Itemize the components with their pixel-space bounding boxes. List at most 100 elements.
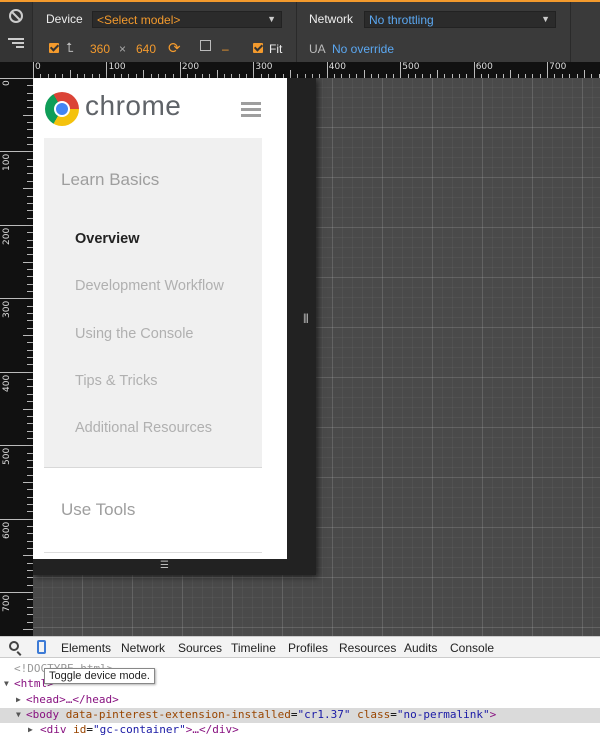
collapse-triangle-icon[interactable]: ▶	[28, 725, 33, 734]
ruler-left-label: 500	[2, 448, 12, 466]
inspect-search-icon[interactable]	[9, 641, 19, 651]
nav-item-development-workflow[interactable]: Development Workflow	[75, 278, 224, 294]
ruler-tick	[290, 70, 292, 78]
dom-node[interactable]: ▶ <head>…</head>	[0, 693, 600, 708]
fit-checkbox[interactable]	[253, 43, 263, 53]
chrome-logo-icon	[45, 92, 79, 126]
ruler-tick	[547, 62, 549, 78]
tools-heading[interactable]: Use Tools	[61, 500, 135, 520]
rotate-icon[interactable]: ⟳	[168, 39, 181, 57]
ruler-tick	[363, 70, 365, 78]
resize-grip-icon[interactable]: ☰	[160, 560, 169, 571]
nav-heading[interactable]: Learn Basics	[61, 170, 159, 190]
dom-node[interactable]: ▶ <div id="gc-container">…</div>	[0, 723, 600, 738]
divider	[44, 552, 262, 553]
ruler-tick	[0, 224, 33, 226]
tab-network[interactable]: Network	[121, 641, 165, 655]
block-icon[interactable]	[9, 9, 23, 23]
ruler-tick	[0, 445, 33, 447]
collapse-triangle-icon[interactable]: ▶	[16, 695, 21, 704]
network-label: Network	[309, 12, 354, 26]
ruler-tick	[0, 592, 33, 594]
ruler-left-label: 0	[2, 80, 12, 86]
device-scale-icon	[200, 40, 211, 51]
times-sign: ×	[119, 42, 127, 56]
resize-grip-icon[interactable]: |||	[303, 313, 309, 324]
chevron-down-icon: ▼	[541, 14, 550, 24]
ruler-top-label: 700	[549, 62, 567, 72]
device-model-select[interactable]: <Select model> ▼	[92, 11, 282, 28]
div-node-text: <div id="gc-container">…</div>	[40, 723, 239, 736]
height-input[interactable]: 640	[136, 42, 156, 56]
tab-profiles[interactable]: Profiles	[288, 641, 328, 655]
nav-item-using-the-console[interactable]: Using the Console	[75, 326, 194, 342]
ruler-tick	[23, 261, 33, 263]
ruler-tick	[0, 78, 33, 79]
width-input[interactable]: 360	[90, 42, 110, 56]
page-content: chrome Learn Basics Overview Development…	[33, 78, 287, 559]
network-value: No throttling	[369, 13, 434, 27]
dom-node-selected[interactable]: ▼ <body data-pinterest-extension-install…	[0, 708, 600, 723]
ruler-left-label: 700	[2, 594, 12, 613]
ruler-left: 0 100 200 300 400 500 600 700	[0, 62, 33, 636]
toolbar-left-strip	[0, 2, 33, 62]
resolution-checkbox[interactable]	[49, 43, 59, 53]
tab-console[interactable]: Console	[450, 641, 494, 655]
ua-label: UA	[309, 42, 326, 56]
ruler-tick	[473, 62, 475, 78]
ruler-tick	[179, 62, 181, 78]
scale-value[interactable]: –	[222, 42, 229, 56]
tab-sources[interactable]: Sources	[178, 641, 222, 655]
ruler-tick	[326, 62, 328, 78]
hamburger-menu-icon[interactable]	[241, 102, 261, 118]
expand-triangle-icon[interactable]: ▼	[4, 679, 9, 688]
ruler-tick	[69, 70, 71, 78]
nav-panel: Learn Basics Overview Development Workfl…	[44, 138, 262, 468]
ua-value[interactable]: No override	[332, 42, 394, 56]
ruler-tick	[0, 371, 33, 373]
ruler-tick	[23, 188, 33, 190]
device-label: Device	[46, 12, 83, 26]
ruler-tick	[23, 408, 33, 410]
ruler-tick	[436, 70, 438, 78]
nav-item-overview[interactable]: Overview	[75, 231, 140, 247]
ruler-tick	[216, 70, 218, 78]
ruler-tick	[143, 70, 145, 78]
tab-audits[interactable]: Audits	[404, 641, 437, 655]
devtools-tabbar: Elements Network Sources Timeline Profil…	[0, 636, 600, 658]
ruler-tick	[510, 70, 512, 78]
resize-handle-right[interactable]	[287, 78, 316, 559]
ruler-tick	[23, 335, 33, 337]
ruler-top-label: 600	[475, 62, 493, 72]
ruler-tick	[23, 555, 33, 557]
ruler-tick	[253, 62, 255, 78]
device-model-value: <Select model>	[97, 13, 181, 27]
ruler-tick	[0, 151, 33, 153]
expand-triangle-icon[interactable]: ▼	[16, 710, 21, 719]
nav-item-additional-resources[interactable]: Additional Resources	[75, 420, 212, 436]
tab-timeline[interactable]: Timeline	[231, 641, 276, 655]
ruler-tick	[23, 628, 33, 630]
resize-handle-bottom[interactable]	[33, 559, 316, 575]
tab-resources[interactable]: Resources	[339, 641, 396, 655]
toolbar-divider	[296, 2, 297, 62]
media-queries-icon[interactable]	[8, 38, 24, 48]
chevron-down-icon: ▼	[267, 14, 276, 24]
ruler-top-label: 500	[402, 62, 420, 72]
brand-title[interactable]: chrome	[85, 90, 181, 122]
ruler-tick	[33, 62, 34, 78]
swap-dimensions-icon[interactable]: ⮤	[66, 40, 74, 56]
device-viewport: chrome Learn Basics Overview Development…	[33, 78, 316, 575]
ruler-tick	[0, 518, 33, 520]
fit-label: Fit	[269, 42, 283, 56]
toolbar-divider	[570, 2, 571, 62]
nav-item-tips-tricks[interactable]: Tips & Tricks	[75, 373, 157, 389]
body-node-text: <body data-pinterest-extension-installed…	[26, 708, 497, 721]
ruler-tick	[23, 481, 33, 483]
ruler-tick	[583, 70, 585, 78]
ruler-top-label: 200	[181, 62, 200, 72]
network-select[interactable]: No throttling ▼	[364, 11, 556, 28]
ruler-left-label: 200	[2, 227, 12, 245]
device-mode-icon[interactable]	[37, 640, 46, 654]
tab-elements[interactable]: Elements	[61, 641, 111, 655]
